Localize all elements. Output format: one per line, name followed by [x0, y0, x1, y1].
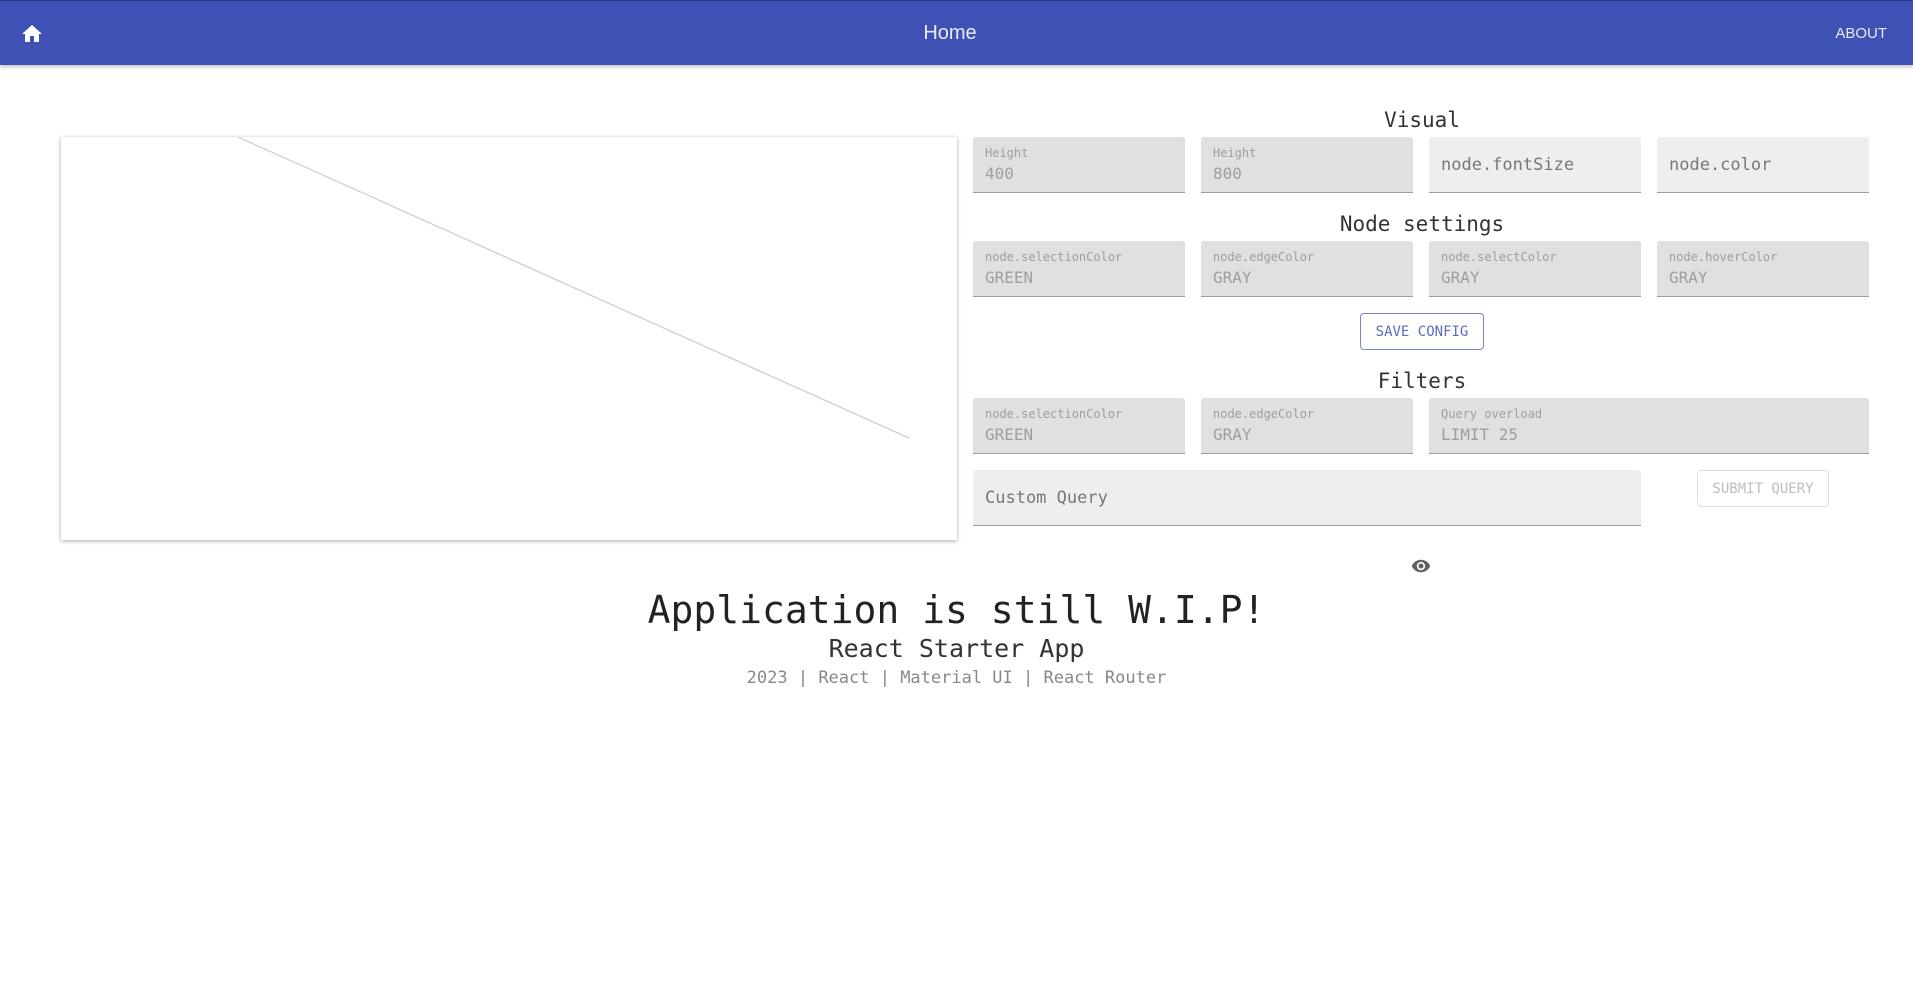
node-selection-color-field[interactable]: node.selectionColor GREEN: [973, 241, 1185, 297]
node-font-size-field[interactable]: node.fontSize: [1429, 137, 1641, 193]
node-settings-title: Node settings: [1339, 212, 1505, 236]
node-color-field[interactable]: node.color: [1657, 137, 1869, 193]
graph-canvas[interactable]: [61, 137, 957, 540]
toggle-visibility-button[interactable]: [1409, 556, 1433, 576]
node-edge-color-field[interactable]: node.edgeColor GRAY: [1201, 241, 1413, 297]
node-hover-color-field[interactable]: node.hoverColor GRAY: [1657, 241, 1869, 297]
about-link[interactable]: ABOUT: [1835, 25, 1887, 42]
graph-edge: [237, 137, 910, 439]
field-value: LIMIT 25: [1441, 425, 1519, 444]
field-placeholder: node.color: [1669, 155, 1772, 175]
query-overload-field[interactable]: Query overload LIMIT 25: [1429, 398, 1869, 454]
field-value: 400: [985, 164, 1014, 183]
field-label: node.edgeColor: [1213, 250, 1315, 264]
field-label: node.edgeColor: [1213, 407, 1315, 421]
eye-icon: [1411, 559, 1431, 573]
app-bar: Home ABOUT: [0, 0, 1913, 65]
wip-heading: Application is still W.I.P!: [647, 588, 1266, 632]
field-label: node.hoverColor: [1669, 250, 1778, 264]
field-label: Height: [985, 146, 1029, 160]
field-value: GREEN: [985, 268, 1034, 287]
field-value: GRAY: [1213, 268, 1252, 287]
node-select-color-field[interactable]: node.selectColor GRAY: [1429, 241, 1641, 297]
field-value: 800: [1213, 164, 1242, 183]
field-label: node.selectColor: [1441, 250, 1557, 264]
field-value: GRAY: [1213, 425, 1252, 444]
field-label: node.selectionColor: [985, 250, 1123, 264]
graph-svg: [237, 137, 910, 439]
visual-section-title: Visual: [1384, 108, 1460, 132]
filter-selection-color-field[interactable]: node.selectionColor GREEN: [973, 398, 1185, 454]
field-value: GRAY: [1441, 268, 1480, 287]
field-label: Query overload: [1441, 407, 1543, 421]
credits-text: 2023 | React | Material UI | React Route…: [746, 668, 1167, 688]
page-title: Home: [923, 22, 977, 44]
visual-width-field[interactable]: Height 800: [1201, 137, 1413, 193]
visual-height-field[interactable]: Height 400: [973, 137, 1185, 193]
filters-title: Filters: [1377, 369, 1467, 393]
save-config-button[interactable]: SAVE CONFIG: [1360, 313, 1484, 350]
field-value: GRAY: [1669, 268, 1708, 287]
field-label: node.selectionColor: [985, 407, 1123, 421]
field-placeholder: node.fontSize: [1441, 155, 1575, 175]
filter-edge-color-field[interactable]: node.edgeColor GRAY: [1201, 398, 1413, 454]
app-subtitle: React Starter App: [828, 634, 1085, 663]
submit-query-button[interactable]: SUBMIT QUERY: [1697, 470, 1829, 507]
custom-query-input[interactable]: Custom Query: [973, 470, 1641, 526]
field-label: Height: [1213, 146, 1257, 160]
field-placeholder: Custom Query: [985, 488, 1108, 508]
field-value: GREEN: [985, 425, 1034, 444]
